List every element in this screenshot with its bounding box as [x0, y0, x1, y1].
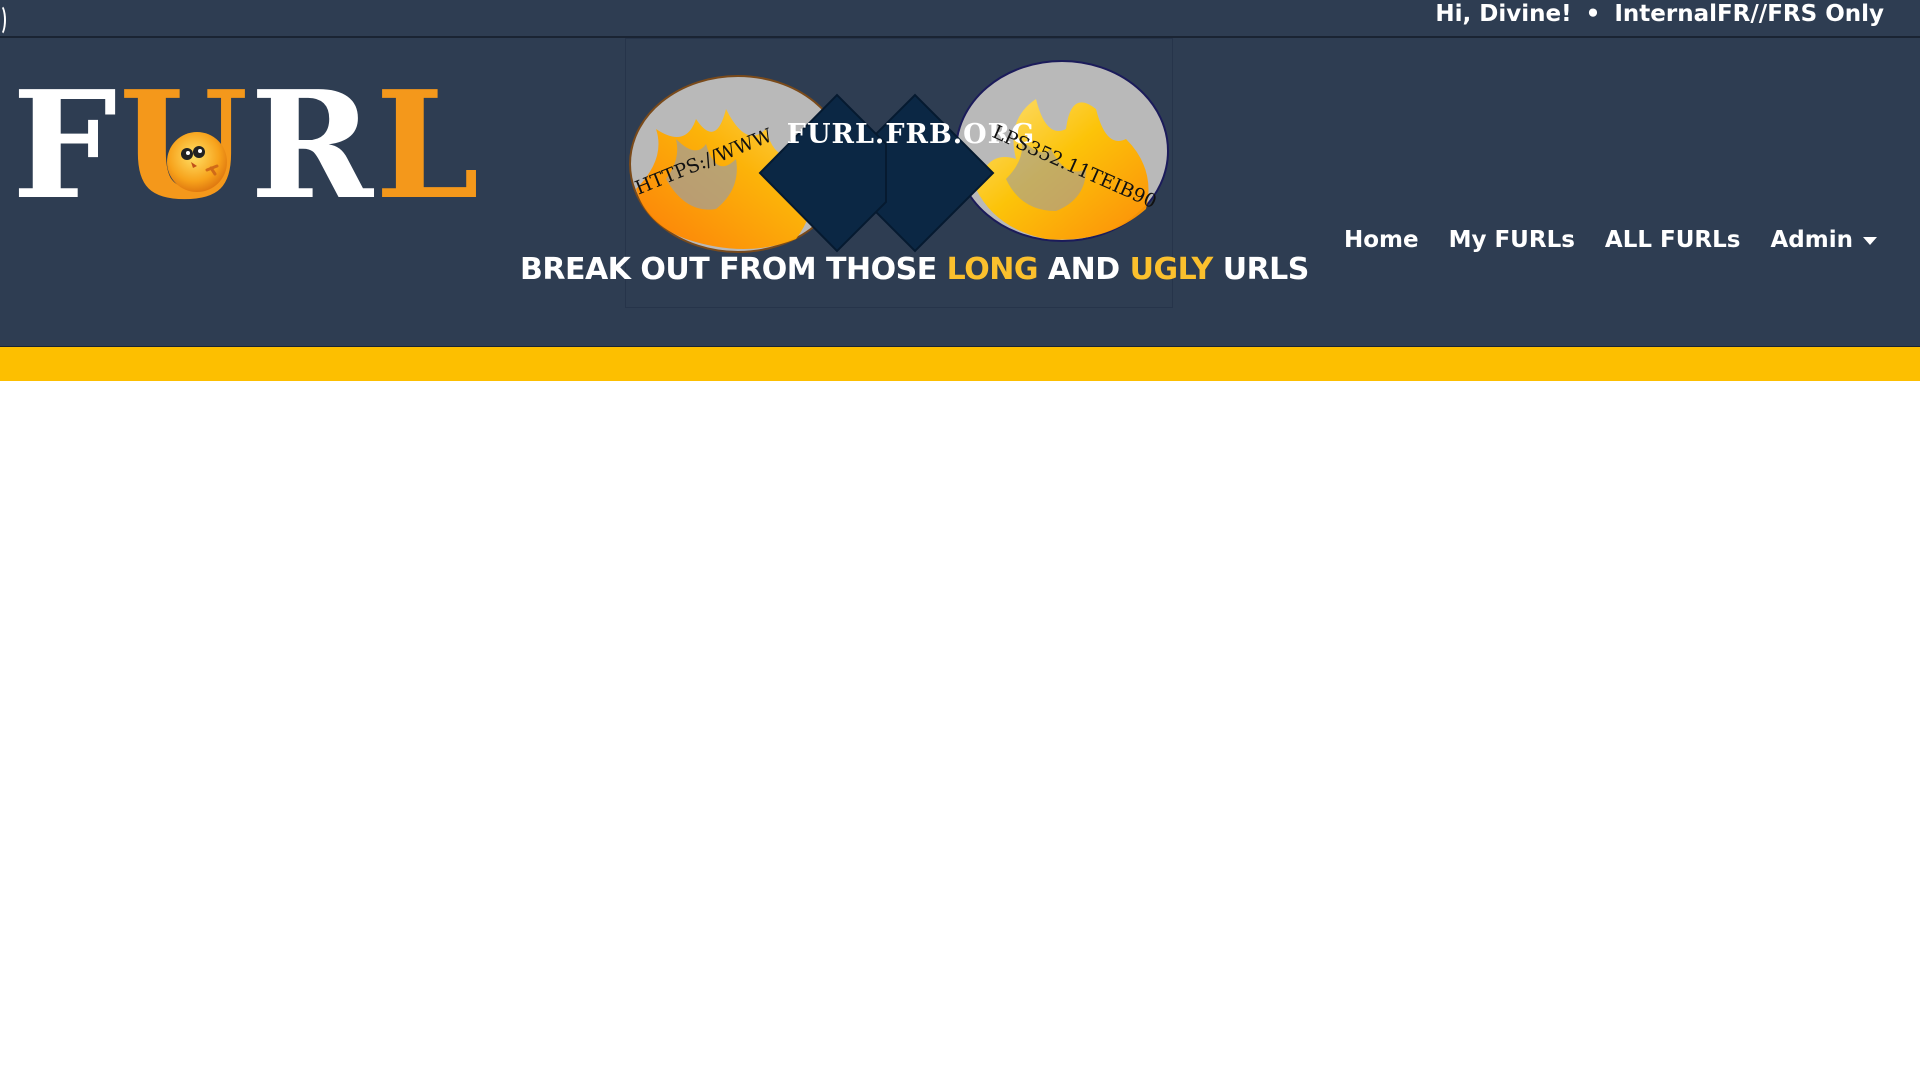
- classification-label: InternalFR//FRS Only: [1614, 1, 1884, 27]
- logo-letter-l: L: [375, 58, 482, 232]
- accent-bar: [0, 346, 1920, 381]
- tagline-highlight-long: LONG: [946, 252, 1039, 287]
- nav-admin-label: Admin: [1770, 227, 1854, 253]
- tagline-part-2: AND: [1047, 252, 1120, 287]
- caret-down-icon: [1863, 236, 1877, 245]
- nav-admin-dropdown[interactable]: Admin: [1756, 221, 1893, 259]
- edge-marker: [0, 4, 6, 36]
- top-bar: Hi, Divine! • InternalFR//FRS Only: [0, 0, 1920, 38]
- logo-letter-u-wrap: U: [119, 71, 250, 219]
- nav-home[interactable]: Home: [1329, 221, 1434, 259]
- logo-letter-f: F: [12, 58, 120, 232]
- user-area: Hi, Divine! • InternalFR//FRS Only: [1435, 0, 1884, 28]
- logo-letter-r: R: [250, 58, 376, 232]
- main-nav: Home My FURLs ALL FURLs Admin: [1329, 221, 1892, 259]
- nav-all-furls[interactable]: ALL FURLs: [1590, 221, 1756, 259]
- tagline-part-1: BREAK OUT FROM THOSE: [520, 252, 937, 287]
- nav-my-furls[interactable]: My FURLs: [1434, 221, 1590, 259]
- chick-mascot-icon: [167, 132, 228, 192]
- tagline: BREAK OUT FROM THOSE LONG AND UGLY URLS: [520, 252, 1309, 287]
- user-greeting[interactable]: Hi, Divine!: [1435, 1, 1571, 27]
- furl-logo[interactable]: FU RL: [12, 71, 481, 219]
- separator: •: [1585, 1, 1601, 27]
- site-header: FU RL: [0, 38, 1920, 346]
- tagline-part-3: URLS: [1222, 252, 1310, 287]
- tagline-highlight-ugly: UGLY: [1129, 252, 1214, 287]
